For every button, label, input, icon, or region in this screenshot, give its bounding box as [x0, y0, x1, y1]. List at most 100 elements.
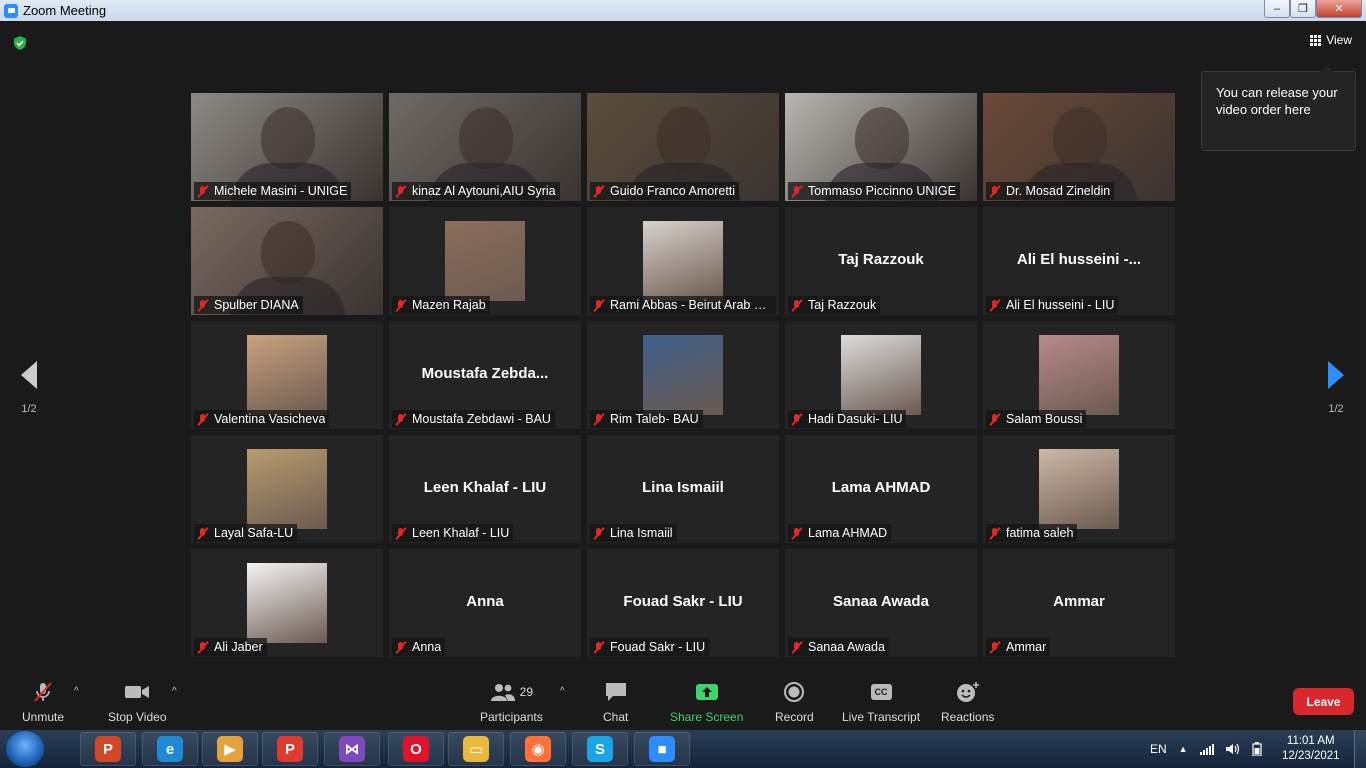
file-explorer-icon: ▭: [463, 736, 489, 762]
taskbar-app-psiphon[interactable]: P: [262, 732, 318, 766]
clock[interactable]: 11:01 AM 12/23/2021: [1282, 734, 1340, 764]
taskbar-app-file-explorer[interactable]: ▭: [448, 732, 504, 766]
participant-tile[interactable]: Mazen Rajab: [389, 207, 581, 315]
live-transcript-button[interactable]: CC Live Transcript: [842, 680, 920, 724]
battery-icon[interactable]: [1251, 742, 1262, 756]
taskbar-app-zoom[interactable]: ■: [634, 732, 690, 766]
maximize-button[interactable]: ❐: [1290, 0, 1316, 18]
participant-tile[interactable]: Layal Safa-LU: [191, 435, 383, 543]
participant-tile[interactable]: Lama AHMAD Lama AHMAD: [785, 435, 977, 543]
audio-options-caret-icon[interactable]: ^: [74, 686, 79, 697]
stop-video-button[interactable]: Stop Video: [108, 680, 167, 724]
participant-tile[interactable]: Tommaso Piccinno UNIGE: [785, 93, 977, 201]
participant-tile[interactable]: Moustafa Zebda... Moustafa Zebdawi - BAU: [389, 321, 581, 429]
share-screen-icon: [695, 680, 719, 704]
microphone-muted-icon: [988, 185, 1001, 198]
person-silhouette: [855, 107, 909, 169]
participant-tile[interactable]: fatima saleh: [983, 435, 1175, 543]
meeting-window: View You can release your video order he…: [0, 21, 1366, 730]
video-options-caret-icon[interactable]: ^: [172, 686, 177, 697]
microphone-muted-icon: [394, 413, 407, 426]
participant-tile[interactable]: Hadi Dasuki- LIU: [785, 321, 977, 429]
participant-name: kinaz Al Aytouni,AIU Syria: [412, 184, 556, 198]
participant-name: fatima saleh: [1006, 526, 1074, 540]
profile-picture: [841, 335, 921, 415]
participant-name-label: Ali Jaber: [194, 638, 267, 656]
participant-tile[interactable]: Anna Anna: [389, 549, 581, 657]
cc-glyph: CC: [870, 684, 892, 700]
participant-name-label: Fouad Sakr - LIU: [590, 638, 710, 656]
participant-tile[interactable]: Sanaa Awada Sanaa Awada: [785, 549, 977, 657]
reactions-button[interactable]: Reactions: [941, 680, 994, 724]
taskbar-app-firefox[interactable]: ◉: [510, 732, 566, 766]
taskbar-app-opera[interactable]: O: [388, 732, 444, 766]
participant-name-label: Salam Boussi: [986, 410, 1087, 428]
chat-button[interactable]: Chat: [603, 680, 628, 724]
clock-time: 11:01 AM: [1286, 735, 1335, 747]
participant-tile[interactable]: Dr. Mosad Zineldin: [983, 93, 1175, 201]
participant-name-label: Dr. Mosad Zineldin: [986, 182, 1115, 200]
participant-tile[interactable]: Taj Razzouk Taj Razzouk: [785, 207, 977, 315]
participant-tile[interactable]: Ali Jaber: [191, 549, 383, 657]
signal-icon[interactable]: [1199, 743, 1214, 755]
participant-tile[interactable]: Valentina Vasicheva: [191, 321, 383, 429]
participant-tile[interactable]: Spulber DIANA: [191, 207, 383, 315]
next-page-button[interactable]: 1/2: [1321, 361, 1351, 415]
leave-button[interactable]: Leave: [1293, 688, 1354, 715]
record-button[interactable]: Record: [775, 680, 814, 724]
record-icon: [783, 680, 805, 704]
window-title: Zoom Meeting: [23, 3, 107, 18]
visual-studio-icon: ⋈: [339, 736, 365, 762]
person-silhouette: [261, 107, 315, 169]
volume-icon[interactable]: [1225, 743, 1240, 755]
microphone-muted-icon: [790, 641, 803, 654]
participant-tile[interactable]: Guido Franco Amoretti: [587, 93, 779, 201]
microphone-muted-icon: [394, 299, 407, 312]
participant-tile[interactable]: Rami Abbas - Beirut Arab Uni...: [587, 207, 779, 315]
zoom-icon: [4, 3, 18, 18]
tray-expand-icon[interactable]: ▲: [1179, 744, 1188, 754]
close-button[interactable]: ✕: [1316, 0, 1362, 18]
microphone-muted-icon: [196, 299, 209, 312]
share-screen-button[interactable]: Share Screen: [670, 680, 743, 724]
previous-page-button[interactable]: 1/2: [14, 361, 44, 415]
participant-tile[interactable]: Michele Masini - UNIGE: [191, 93, 383, 201]
taskbar-app-visual-studio[interactable]: ⋈: [324, 732, 380, 766]
participant-tile[interactable]: Ali El husseini -... Ali El husseini - LI…: [983, 207, 1175, 315]
participant-name-label: Guido Franco Amoretti: [590, 182, 740, 200]
taskbar-app-powerpoint[interactable]: P: [80, 732, 136, 766]
microphone-muted-icon: [394, 185, 407, 198]
taskbar-app-skype[interactable]: S: [572, 732, 628, 766]
participant-name: Hadi Dasuki- LIU: [808, 412, 903, 426]
taskbar-app-internet-explorer[interactable]: e: [142, 732, 198, 766]
participants-button[interactable]: 29 Participants: [480, 680, 543, 724]
minimize-button[interactable]: ‒: [1264, 0, 1290, 18]
profile-picture: [643, 221, 723, 301]
unmute-button[interactable]: Unmute: [22, 680, 64, 724]
language-indicator[interactable]: EN: [1150, 742, 1167, 756]
participant-count: 29: [519, 685, 534, 699]
encryption-shield-icon[interactable]: [12, 35, 28, 51]
participant-tile[interactable]: kinaz Al Aytouni,AIU Syria: [389, 93, 581, 201]
participant-name: Fouad Sakr - LIU: [610, 640, 706, 654]
participant-tile[interactable]: Lina Ismaiil Lina Ismaiil: [587, 435, 779, 543]
taskbar-app-media-player[interactable]: ▶: [202, 732, 258, 766]
participant-tile[interactable]: Salam Boussi: [983, 321, 1175, 429]
start-button[interactable]: [6, 731, 44, 767]
participant-tile[interactable]: Ammar Ammar: [983, 549, 1175, 657]
participant-tile[interactable]: Rim Taleb- BAU: [587, 321, 779, 429]
participant-tile[interactable]: Fouad Sakr - LIU Fouad Sakr - LIU: [587, 549, 779, 657]
microphone-muted-icon: [394, 641, 407, 654]
participant-name: Tommaso Piccinno UNIGE: [808, 184, 956, 198]
show-desktop-button[interactable]: [1354, 730, 1366, 768]
participant-display-name: Fouad Sakr - LIU: [623, 593, 743, 610]
profile-picture: [1039, 335, 1119, 415]
view-button[interactable]: View: [1310, 33, 1352, 47]
participants-options-caret-icon[interactable]: ^: [560, 686, 565, 697]
participant-tile[interactable]: Leen Khalaf - LIU Leen Khalaf - LIU: [389, 435, 581, 543]
microphone-muted-icon: [988, 527, 1001, 540]
participant-name-label: Ammar: [986, 638, 1051, 656]
microphone-muted-icon: [790, 527, 803, 540]
profile-picture: [247, 449, 327, 529]
participant-name: Ammar: [1006, 640, 1047, 654]
